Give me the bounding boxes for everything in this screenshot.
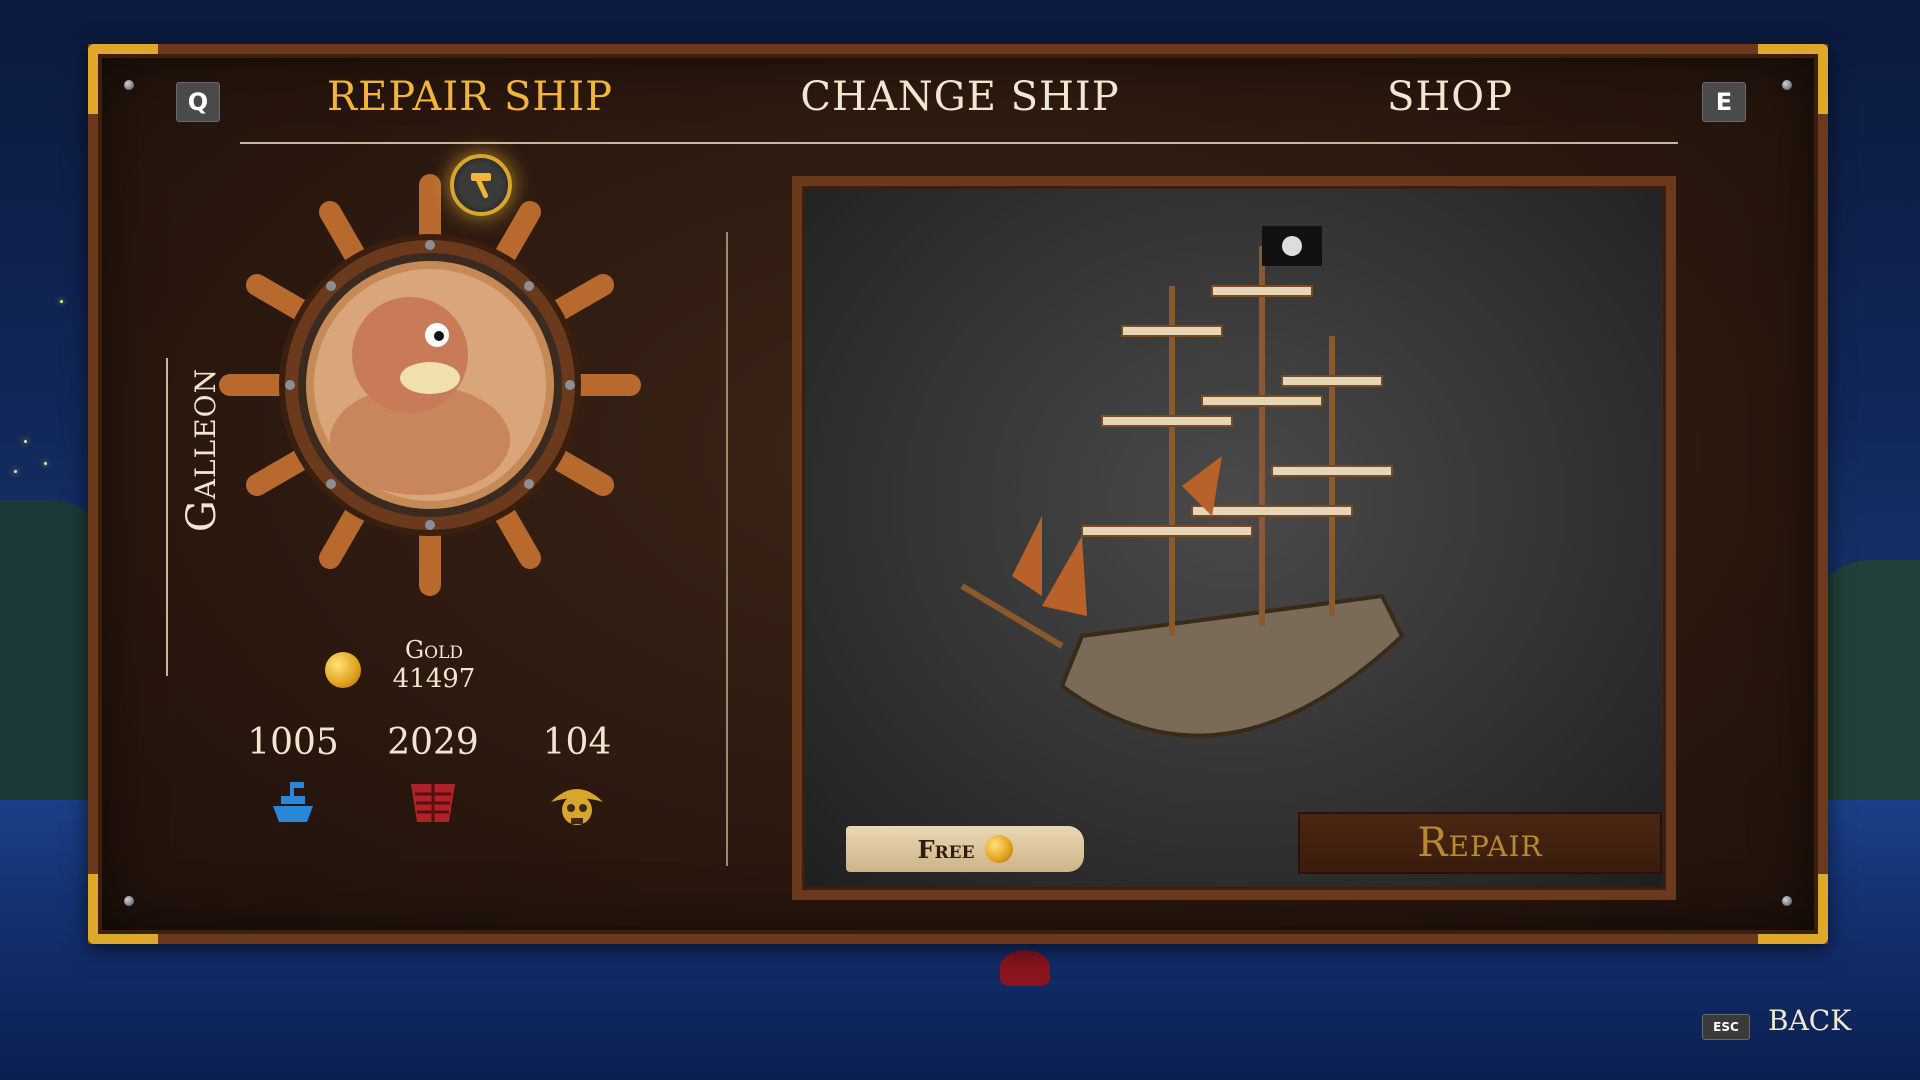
stat-crew-value: 104 <box>542 722 612 763</box>
back-button[interactable]: BACK <box>1768 1004 1851 1037</box>
tab-change-ship[interactable]: CHANGE SHIP <box>790 74 1130 126</box>
gold-value: 41497 <box>392 664 476 694</box>
esc-key[interactable]: ESC <box>1702 1014 1750 1040</box>
section-divider <box>726 232 728 866</box>
hammer-icon <box>450 154 512 216</box>
ship-hull-icon <box>273 782 313 822</box>
sky-star <box>44 462 47 465</box>
sky-star <box>24 440 27 443</box>
tab-shop[interactable]: SHOP <box>1330 74 1570 126</box>
rivet <box>1782 896 1792 906</box>
repair-button[interactable]: Repair <box>1298 812 1662 874</box>
next-tab-key[interactable]: E <box>1702 82 1746 122</box>
side-divider <box>166 358 168 676</box>
sky-star <box>14 470 17 473</box>
tab-underline <box>240 142 1678 144</box>
prev-tab-key[interactable]: Q <box>176 82 220 122</box>
sky-star <box>60 300 63 303</box>
corner-ornament <box>1758 44 1828 114</box>
ship-preview-frame <box>792 176 1676 900</box>
corner-ornament <box>1758 874 1828 944</box>
galleon-ship-model <box>960 226 1405 738</box>
rivet <box>124 896 134 906</box>
rivet <box>1782 80 1792 90</box>
repair-price-tag: Free <box>846 826 1084 872</box>
armor-plating-icon <box>411 784 455 822</box>
rivet <box>124 80 134 90</box>
gold-coin-icon <box>325 652 361 688</box>
buoy <box>1000 950 1050 986</box>
corner-ornament <box>88 44 158 114</box>
tab-repair-ship[interactable]: REPAIR SHIP <box>300 74 640 126</box>
corner-ornament <box>88 874 158 944</box>
pirate-skull-icon <box>551 789 603 825</box>
stat-armor-value: 2029 <box>387 722 479 763</box>
repair-price-label: Free <box>917 834 975 864</box>
gold-coin-icon <box>984 835 1013 863</box>
stat-hull-value: 1005 <box>247 722 339 763</box>
ship-wheel-portrait <box>219 174 641 596</box>
gold-label: Gold <box>404 636 464 664</box>
